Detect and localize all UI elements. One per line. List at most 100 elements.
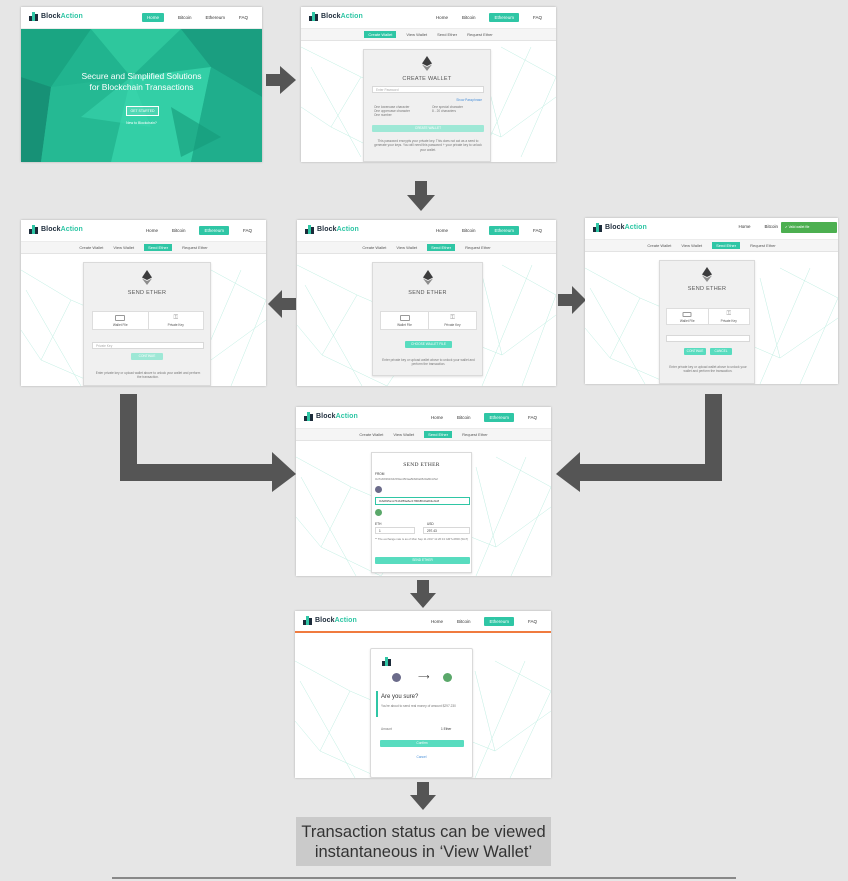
nav-faq[interactable]: FAQ — [533, 15, 542, 20]
nav-home[interactable]: Home — [431, 415, 443, 420]
tab-create-wallet[interactable]: Create Wallet — [362, 245, 386, 250]
get-started-button[interactable]: GET STARTED — [126, 106, 159, 116]
create-wallet-title: CREATE WALLET — [402, 76, 452, 82]
nav-faq[interactable]: FAQ — [243, 228, 252, 233]
nav-bitcoin[interactable]: Bitcoin — [462, 15, 476, 20]
logo[interactable]: BlockAction — [309, 12, 363, 21]
new-to-blockchain-link[interactable]: New to Blockchain? — [21, 121, 262, 125]
caption-line-1: Transaction status can be viewed — [301, 822, 546, 841]
create-wallet-card: CREATE WALLET Enter Password Show Passph… — [363, 49, 491, 162]
flow-arrow-down-3 — [410, 782, 436, 810]
navbar: BlockAction Home Bitcoin Ethereum FAQ — [295, 611, 551, 633]
unlock-method-tabs: Wallet File ⚿ Private Key — [380, 311, 477, 330]
nav-home[interactable]: Home — [141, 13, 164, 22]
eth-amount-input[interactable]: 1 — [375, 527, 415, 534]
logo[interactable]: BlockAction — [304, 412, 358, 421]
nav-home[interactable]: Home — [146, 228, 158, 233]
nav-faq[interactable]: FAQ — [533, 228, 542, 233]
logo-word-a: Block — [41, 226, 61, 233]
wallet-file-tab[interactable]: Wallet File — [381, 312, 428, 329]
logo-word-b: Action — [336, 226, 359, 233]
nav-home[interactable]: Home — [436, 228, 448, 233]
nav-ethereum[interactable]: Ethereum — [484, 413, 514, 422]
show-passphrase-link[interactable]: Show Passphrase — [456, 98, 482, 102]
nav-faq[interactable]: FAQ — [528, 415, 537, 420]
continue-button[interactable]: CONTINUE — [684, 348, 706, 355]
nav-ethereum[interactable]: Ethereum — [205, 15, 225, 20]
nav-ethereum[interactable]: Ethereum — [489, 13, 519, 22]
private-key-tab[interactable]: ⚿ Private Key — [147, 312, 204, 329]
tab-create-wallet[interactable]: Create Wallet — [647, 243, 671, 248]
send-ether-card: SEND ETHER Wallet File ⚿ Private Key CON… — [659, 260, 755, 384]
tab-request-ether[interactable]: Request Ether — [467, 32, 493, 37]
private-key-tab[interactable]: ⚿ Private Key — [707, 309, 750, 324]
caption-line-2: instantaneous in ‘View Wallet’ — [314, 842, 533, 861]
nav-faq[interactable]: FAQ — [528, 619, 537, 624]
logo[interactable]: BlockAction — [303, 616, 357, 625]
wallet-file-label: Wallet File — [112, 323, 128, 327]
private-key-input[interactable]: Private Key — [92, 342, 204, 349]
tab-send-ether[interactable]: Send Ether — [424, 431, 453, 438]
tab-view-wallet[interactable]: View Wallet — [681, 243, 702, 248]
cancel-button[interactable]: CANCEL — [710, 348, 732, 355]
nav-ethereum[interactable]: Ethereum — [484, 617, 514, 626]
tab-create-wallet[interactable]: Create Wallet — [364, 31, 397, 38]
wallet-file-tab[interactable]: Wallet File — [667, 309, 708, 324]
nav-faq[interactable]: FAQ — [239, 15, 248, 20]
tab-request-ether[interactable]: Request Ether — [465, 245, 491, 250]
tab-view-wallet[interactable]: View Wallet — [396, 245, 417, 250]
cancel-link[interactable]: Cancel — [371, 755, 472, 759]
logo[interactable]: BlockAction — [29, 12, 83, 21]
landing-screenshot: BlockAction Home Bitcoin Ethereum FAQ Se… — [21, 7, 262, 162]
send-ether-private-key-screenshot: BlockAction Home Bitcoin Ethereum FAQ Cr… — [21, 220, 266, 386]
logo-icon — [29, 225, 38, 234]
nav-home[interactable]: Home — [738, 224, 750, 229]
wallet-file-label: Wallet File — [397, 323, 412, 327]
send-ether-form-card: SEND ETHER FROM 0x7b2b839fcb6c5f0ac45f4a… — [371, 452, 472, 573]
flow-arrow-elbow-left — [120, 394, 296, 492]
tab-request-ether[interactable]: Request Ether — [462, 432, 488, 437]
password-input[interactable]: Enter Password — [372, 86, 484, 93]
create-wallet-button[interactable]: CREATE WALLET — [372, 125, 484, 132]
logo-icon — [305, 225, 314, 234]
logo[interactable]: BlockAction — [29, 225, 83, 234]
logo[interactable]: BlockAction — [305, 225, 359, 234]
usd-amount-input[interactable]: 297.43 — [423, 527, 470, 534]
tab-send-ether[interactable]: Send Ether — [427, 244, 456, 251]
nav-bitcoin[interactable]: Bitcoin — [172, 228, 186, 233]
wallet-file-label: Wallet File — [679, 319, 695, 323]
nav-home[interactable]: Home — [431, 619, 443, 624]
nav-bitcoin[interactable]: Bitcoin — [462, 228, 476, 233]
nav-bitcoin[interactable]: Bitcoin — [178, 15, 192, 20]
tab-send-ether[interactable]: Send Ether — [712, 242, 741, 249]
wallet-password-input[interactable] — [666, 335, 750, 342]
navbar: BlockAction Home Bitcoin Ethereum FAQ — [297, 220, 556, 242]
nav-bitcoin[interactable]: Bitcoin — [457, 415, 471, 420]
confirm-body: You're about to send real money of amoun… — [381, 704, 456, 708]
logo-icon — [29, 12, 38, 21]
continue-button[interactable]: CONTINUE — [131, 353, 163, 360]
logo-icon — [382, 657, 391, 666]
nav-bitcoin[interactable]: Bitcoin — [764, 224, 778, 229]
tab-create-wallet[interactable]: Create Wallet — [359, 432, 383, 437]
nav-ethereum[interactable]: Ethereum — [199, 226, 229, 235]
tab-create-wallet[interactable]: Create Wallet — [79, 245, 103, 250]
choose-wallet-file-button[interactable]: CHOOSE WALLET FILE — [405, 341, 452, 348]
send-ether-button[interactable]: SEND ETHER — [375, 557, 470, 564]
nav-ethereum[interactable]: Ethereum — [489, 226, 519, 235]
wallet-file-tab[interactable]: Wallet File — [93, 312, 148, 329]
tab-view-wallet[interactable]: View Wallet — [113, 245, 134, 250]
send-ether-title: SEND ETHER — [403, 462, 440, 468]
tab-send-ether[interactable]: Send Ether — [437, 32, 457, 37]
nav-home[interactable]: Home — [436, 15, 448, 20]
tab-request-ether[interactable]: Request Ether — [750, 243, 776, 248]
nav-bitcoin[interactable]: Bitcoin — [457, 619, 471, 624]
private-key-tab[interactable]: ⚿ Private Key — [428, 312, 476, 329]
confirm-button[interactable]: Confirm — [380, 740, 464, 747]
to-address-input[interactable]: 0x6d815e1c7b1b4f59e8ec1780b8f1f2a6b3ef1c… — [375, 497, 470, 505]
tab-request-ether[interactable]: Request Ether — [182, 245, 208, 250]
tab-send-ether[interactable]: Send Ether — [144, 244, 173, 251]
logo[interactable]: BlockAction — [593, 223, 647, 232]
tab-view-wallet[interactable]: View Wallet — [393, 432, 414, 437]
tab-view-wallet[interactable]: View Wallet — [406, 32, 427, 37]
